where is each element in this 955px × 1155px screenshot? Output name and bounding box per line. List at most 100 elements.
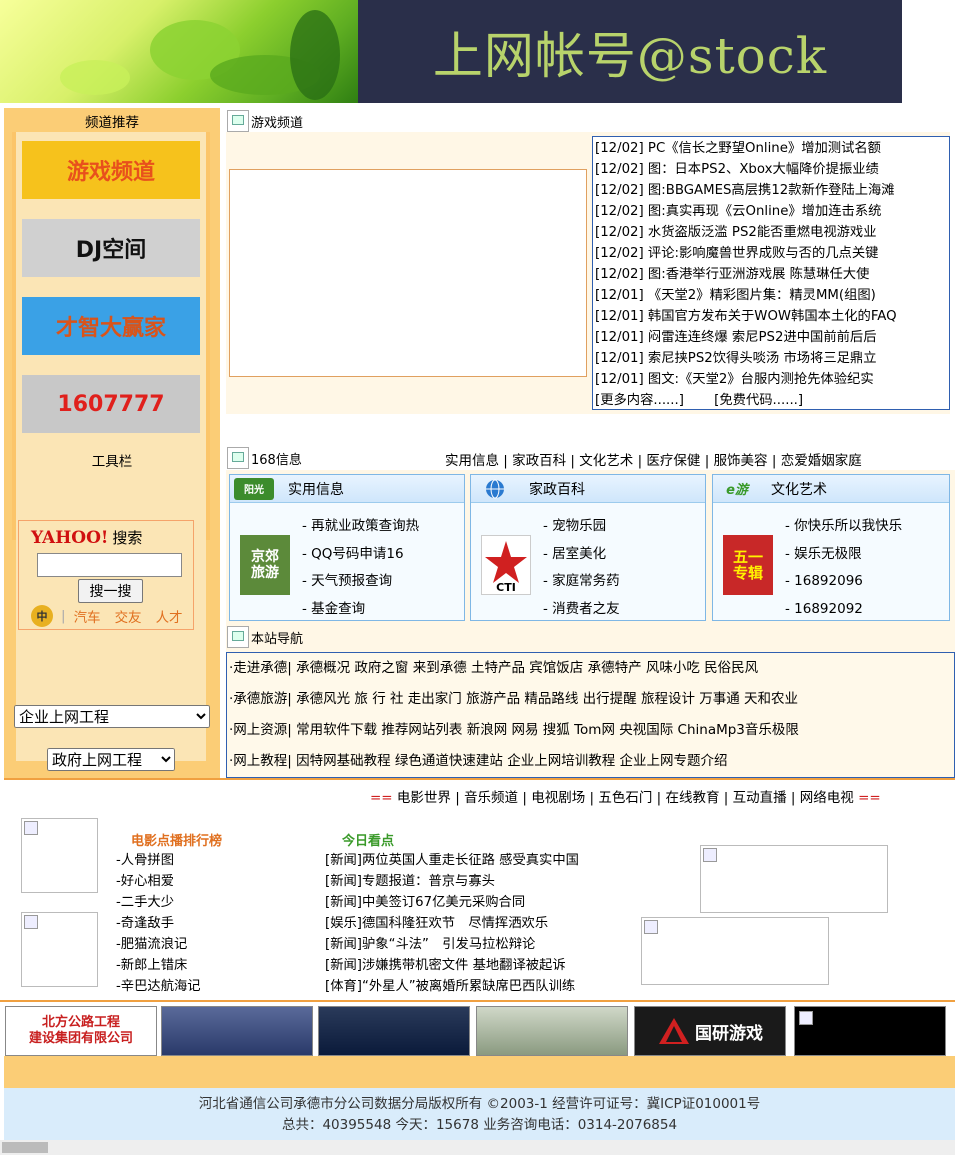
government-select[interactable]: 政府上网工程 [47,748,175,771]
ad-image[interactable] [700,845,888,913]
media-nav-item[interactable]: 互动直播 [733,790,787,806]
movie-ranking-title: 电影点播排行榜 [131,834,223,849]
news-item[interactable]: [12/01] 韩国官方发布关于WOW韩国本土化的FAQ [595,306,947,327]
movie-item[interactable]: -人骨拼图 [116,850,201,871]
media-nav-item[interactable]: 电视剧场 [531,790,585,806]
card-item[interactable]: - 16892092 [785,596,902,624]
news-item[interactable]: [12/02] 图:真实再现《云Online》增加连击系统 [595,201,947,222]
channel-quiz[interactable]: 才智大赢家 [22,297,200,355]
banner-title: 上网帐号@stock [432,26,828,85]
news-item[interactable]: [12/02] 图:香港举行亚洲游戏展 陈慧琳任大使 [595,264,947,285]
enterprise-select[interactable]: 企业上网工程 [14,705,210,728]
partner-logo-srit-games[interactable]: 国研游戏 [634,1006,786,1056]
mayday-album-image[interactable]: 五一 专辑 [723,535,773,595]
game-media-frame[interactable] [229,169,587,377]
free-code-link[interactable]: [免费代码......] [714,393,803,408]
news-item[interactable]: [12/02] PC《信长之野望Online》增加测试名额 [595,138,947,159]
scrollbar-thumb[interactable] [2,1142,48,1153]
media-nav-item[interactable]: 五色石门 [598,790,652,806]
yahoo-search-input[interactable] [37,553,182,577]
card-item[interactable]: - 你快乐所以我快乐 [785,513,902,541]
yahoo-search-button[interactable]: 搜一搜 [78,579,143,603]
card-item[interactable]: - 基金查询 [302,596,419,624]
yahoo-link-car[interactable]: 汽车 [74,606,101,626]
card-title: 实用信息 [288,481,344,498]
highlight-item[interactable]: [娱乐]德国科隆狂欢节 尽情挥洒欢乐 [325,913,579,934]
sitenav-header-image [227,626,249,648]
yahoo-china-icon: 中 [31,605,53,627]
news-item[interactable]: [12/02] 评论:影响魔兽世界成败与否的几点关键 [595,243,947,264]
info-card-culture: e游 文化艺术 五一 专辑 - 你快乐所以我快乐 - 娱乐无极限 - 168920… [712,474,950,621]
card-item[interactable]: - 消费者之友 [543,596,620,624]
partner-logo-road-group[interactable]: 北方公路工程 建设集团有限公司 [5,1006,157,1056]
card-item[interactable]: - 天气预报查询 [302,568,419,596]
channel-game[interactable]: 游戏频道 [22,141,200,199]
highlight-item[interactable]: [体育]“外星人”被离婚所累缺席巴西队训练 [325,976,579,997]
info-section-title: 168信息 [251,452,302,468]
partner-logo-2[interactable] [161,1006,313,1056]
channel-dj[interactable]: DJ空间 [22,219,200,277]
movie-item[interactable]: -好心相爱 [116,871,201,892]
movie-item[interactable]: -辛巴达航海记 [116,976,201,997]
sitenav-row[interactable]: ·走进承德| 承德概况 政府之窗 来到承德 土特产品 宾馆饭店 承德特产 风味小… [227,653,954,684]
banner-leaf-image [0,0,358,103]
card-item[interactable]: - 居室美化 [543,541,620,569]
card-item[interactable]: - 16892096 [785,568,902,596]
sidebar: 频道推荐 游戏频道 DJ空间 才智大赢家 1607777 工具栏 [4,108,220,780]
yahoo-link-friends[interactable]: 交友 [115,606,142,626]
sitenav-title: 本站导航 [251,631,304,647]
highlight-item[interactable]: [新闻]涉嫌携带机密文件 基地翻译被起诉 [325,955,579,976]
card-item[interactable]: - 再就业政策查询热 [302,513,419,541]
more-content-link[interactable]: [更多内容......] [595,393,684,408]
news-item[interactable]: [12/01] 图文:《天堂2》台服内测抢先体验纪实 [595,369,947,390]
movie-item[interactable]: -奇逢敌手 [116,913,201,934]
channel-hotline[interactable]: 1607777 [22,375,200,433]
info-nav-item[interactable]: 文化艺术 [579,453,633,469]
yahoo-link-jobs[interactable]: 人才 [156,606,183,626]
sitenav-row[interactable]: ·承德旅游| 承德风光 旅 行 社 走出家门 旅游产品 精品路线 出行提醒 旅程… [227,684,954,715]
info-card-household: 家政百科 CTI - 宠物乐园 - 居室美化 - 家庭常务药 - 消费者之友 [470,474,706,621]
news-item[interactable]: [12/01] 闷雷连连终爆 索尼PS2进中国前前后后 [595,327,947,348]
cti-logo-image[interactable]: CTI [481,535,531,595]
highlight-item[interactable]: [新闻]专题报道：普京与寡头 [325,871,579,892]
partner-logo-4[interactable] [476,1006,628,1056]
highlight-item[interactable]: [新闻]驴象“斗法” 引发马拉松辩论 [325,934,579,955]
movie-item[interactable]: -肥猫流浪记 [116,934,201,955]
news-item[interactable]: [12/01] 索尼挟PS2饮得头啖汤 市场将三足鼎立 [595,348,947,369]
ad-image[interactable] [641,917,829,985]
media-nav-item[interactable]: 电影世界 [397,790,451,806]
partner-logo-6[interactable] [794,1006,946,1056]
site-navigation: ·走进承德| 承德概况 政府之窗 来到承德 土特产品 宾馆饭店 承德特产 风味小… [226,652,955,778]
info-nav-item[interactable]: 医疗保健 [646,453,700,469]
highlight-item[interactable]: [新闻]中美签订67亿美元采购合同 [325,892,579,913]
info-nav-item[interactable]: 服饰美容 [714,453,768,469]
movie-item[interactable]: -新郎上错床 [116,955,201,976]
channel-recommend-title: 频道推荐 [85,115,139,131]
news-item[interactable]: [12/02] 图：日本PS2、Xbox大幅降价提振业绩 [595,159,947,180]
movie-item[interactable]: -二手大少 [116,892,201,913]
media-nav-item[interactable]: 在线教育 [665,790,719,806]
news-item[interactable]: [12/02] 水货盗版泛滥 PS2能否重燃电视游戏业 [595,222,947,243]
info-nav-item[interactable]: 实用信息 [445,453,499,469]
news-item[interactable]: [12/02] 图:BBGAMES高层携12款新作登陆上海滩 [595,180,947,201]
news-item[interactable]: [12/01] 《天堂2》精彩图片集：精灵MM(组图) [595,285,947,306]
sitenav-row[interactable]: ·网上教程| 因特网基础教程 绿色通道快速建站 企业上网培训教程 企业上网专题介… [227,746,954,777]
suburb-travel-image[interactable]: 京郊 旅游 [240,535,290,595]
info-nav-item[interactable]: 家政百科 [512,453,566,469]
movie-ranking-list: -人骨拼图 -好心相爱 -二手大少 -奇逢敌手 -肥猫流浪记 -新郎上错床 -辛… [116,850,201,997]
sitenav-row[interactable]: ·网上资源| 常用软件下载 推荐网站列表 新浪网 网易 搜狐 Tom网 央视国际… [227,715,954,746]
movie-poster-image[interactable] [21,818,98,893]
movie-poster-image[interactable] [21,912,98,987]
highlight-item[interactable]: [新闻]两位英国人重走长征路 感受真实中国 [325,850,579,871]
info-nav-item[interactable]: 恋爱婚姻家庭 [781,453,862,469]
top-banner: 上网帐号@stock [0,0,902,103]
media-nav-item[interactable]: 音乐频道 [464,790,518,806]
card-item[interactable]: - 家庭常务药 [543,568,620,596]
card-item[interactable]: - 宠物乐园 [543,513,620,541]
card-item[interactable]: - 娱乐无极限 [785,541,902,569]
banner-title-area: 上网帐号@stock [358,0,902,103]
card-item[interactable]: - QQ号码申请16 [302,541,419,569]
partner-logo-3[interactable] [318,1006,470,1056]
media-nav-item[interactable]: 网络电视 [800,790,854,806]
horizontal-scrollbar[interactable] [0,1140,955,1155]
